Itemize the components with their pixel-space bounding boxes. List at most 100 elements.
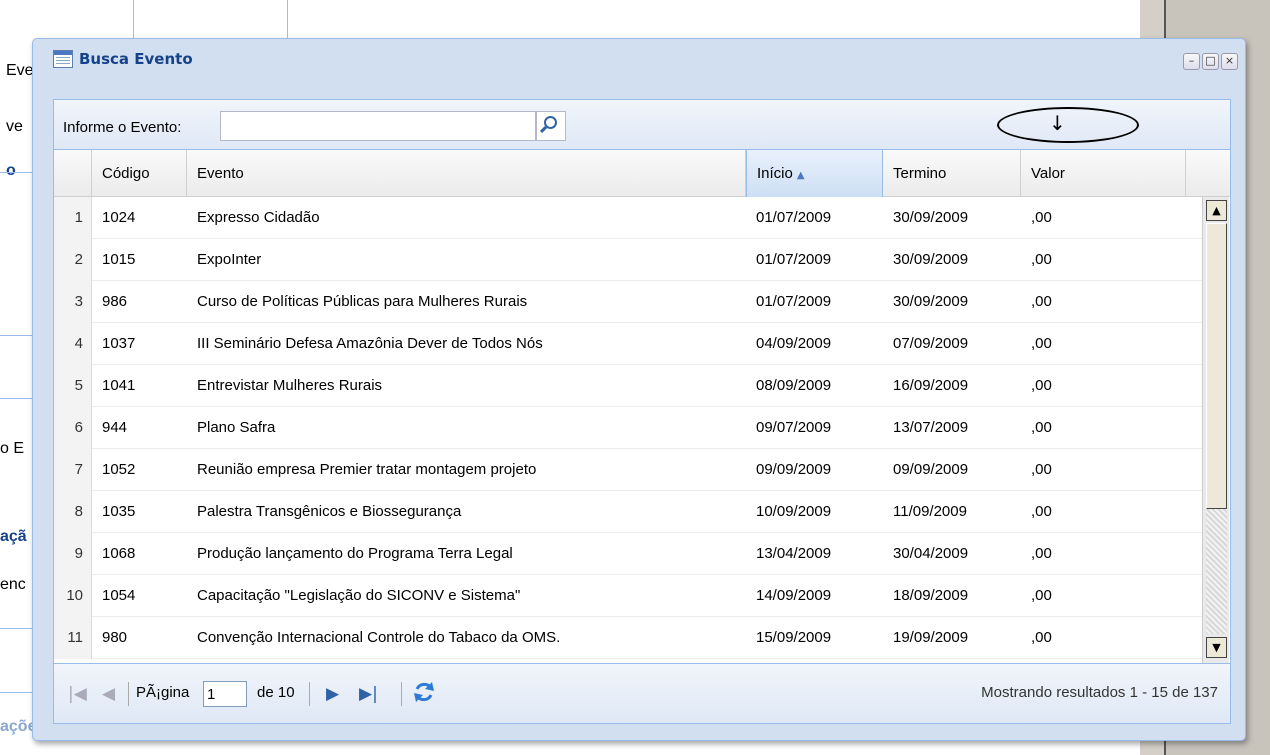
maximize-icon[interactable]: □: [1202, 53, 1219, 70]
prev-page-icon[interactable]: ◀: [102, 684, 115, 704]
paging-status: Mostrando resultados 1 - 15 de 137: [981, 684, 1218, 701]
cell-evento: Plano Safra: [197, 419, 276, 436]
row-number: 11: [54, 617, 92, 659]
pager-separator: [309, 682, 310, 706]
vertical-scrollbar[interactable]: ▲ ▼: [1202, 197, 1229, 663]
annotation-ellipse: [997, 107, 1139, 143]
cell-inicio: 01/07/2009: [756, 251, 832, 268]
cell-codigo: 1015: [102, 251, 136, 268]
refresh-icon[interactable]: [411, 679, 437, 705]
down-arrow-icon: ↓: [1049, 111, 1066, 135]
table-row[interactable]: 8 1035 Palestra Transgênicos e Biosseguran…: [54, 491, 1202, 533]
cell-termino: 30/09/2009: [893, 251, 969, 268]
cell-valor: ,00: [1031, 251, 1052, 268]
search-input[interactable]: [220, 111, 536, 141]
search-label: Informe o Evento:: [63, 119, 182, 136]
cell-inicio: 09/09/2009: [756, 461, 832, 478]
column-header-label: Valor: [1031, 165, 1065, 182]
scroll-down-icon[interactable]: ▼: [1206, 637, 1227, 658]
table-row[interactable]: 3 986 Curso de Políticas Públicas para Mul…: [54, 281, 1202, 323]
cell-valor: ,00: [1031, 587, 1052, 604]
cell-termino: 30/09/2009: [893, 209, 969, 226]
cell-valor: ,00: [1031, 209, 1052, 226]
cell-termino: 09/09/2009: [893, 461, 969, 478]
scrollbar-track[interactable]: [1206, 509, 1227, 634]
cell-inicio: 01/07/2009: [756, 293, 832, 310]
cell-codigo: 1041: [102, 377, 136, 394]
cell-inicio: 15/09/2009: [756, 629, 832, 646]
background-label: o E: [0, 440, 25, 457]
column-header-codigo[interactable]: Código: [92, 150, 187, 197]
column-header-evento[interactable]: Evento: [187, 150, 746, 197]
background-divider: [0, 398, 32, 399]
cell-evento: Entrevistar Mulheres Rurais: [197, 377, 383, 394]
table-row[interactable]: 6 944 Plano Safra 09/07/2009 13/07/2009 ,00: [54, 407, 1202, 449]
cell-inicio: 04/09/2009: [756, 335, 832, 352]
cell-termino: 30/09/2009: [893, 293, 969, 310]
column-header-label: Início: [757, 165, 793, 182]
table-row[interactable]: 10 1054 Capacitação "Legislação do SICONV …: [54, 575, 1202, 617]
grid-body: 1 1024 Expresso Cidadão 01/07/2009 30/09/200…: [54, 197, 1202, 663]
column-header-valor[interactable]: Valor: [1021, 150, 1186, 197]
table-row[interactable]: 5 1041 Entrevistar Mulheres Rurais 08/09/20…: [54, 365, 1202, 407]
minimize-icon[interactable]: –: [1183, 53, 1200, 70]
row-number: 2: [54, 239, 92, 281]
cell-valor: ,00: [1031, 293, 1052, 310]
background-label: enc: [0, 576, 26, 593]
row-number: 4: [54, 323, 92, 365]
column-header-label: Código: [102, 165, 150, 182]
cell-codigo: 944: [102, 419, 128, 436]
background-label: açã: [0, 528, 27, 545]
cell-valor: ,00: [1031, 545, 1052, 562]
cell-codigo: 980: [102, 629, 128, 646]
row-number: 8: [54, 491, 92, 533]
scrollbar-thumb[interactable]: [1206, 223, 1227, 509]
cell-evento: Produção lançamento do Programa Terra Le…: [197, 545, 513, 562]
background-divider: [0, 172, 32, 173]
page-number-input[interactable]: [203, 681, 247, 707]
row-number: 3: [54, 281, 92, 323]
cell-inicio: 10/09/2009: [756, 503, 832, 520]
cell-evento: III Seminário Defesa Amazônia Dever de T…: [197, 335, 543, 352]
grid-window-icon: [53, 50, 73, 68]
cell-valor: ,00: [1031, 419, 1052, 436]
cell-codigo: 1054: [102, 587, 136, 604]
row-number: 7: [54, 449, 92, 491]
column-header-inicio[interactable]: Início ▲: [746, 150, 883, 197]
search-button[interactable]: [536, 111, 566, 141]
cell-codigo: 1068: [102, 545, 136, 562]
cell-inicio: 08/09/2009: [756, 377, 832, 394]
window-titlebar[interactable]: Busca Evento – □ ×: [33, 39, 1245, 81]
cell-evento: ExpoInter: [197, 251, 262, 268]
row-number: 10: [54, 575, 92, 617]
cell-valor: ,00: [1031, 377, 1052, 394]
cell-valor: ,00: [1031, 461, 1052, 478]
table-row[interactable]: 9 1068 Produção lançamento do Programa Ter…: [54, 533, 1202, 575]
next-page-icon[interactable]: ▶: [326, 684, 339, 704]
row-number: 6: [54, 407, 92, 449]
cell-evento: Convenção Internacional Controle do Taba…: [197, 629, 561, 646]
column-header-label: Evento: [197, 165, 244, 182]
cell-valor: ,00: [1031, 335, 1052, 352]
scroll-up-icon[interactable]: ▲: [1206, 200, 1227, 221]
cell-termino: 30/04/2009: [893, 545, 969, 562]
table-row[interactable]: 11 980 Convenção Internacional Controle do…: [54, 617, 1202, 659]
last-page-icon[interactable]: ▶|: [359, 684, 378, 704]
cell-evento: Reunião empresa Premier tratar montagem …: [197, 461, 537, 478]
table-row[interactable]: 7 1052 Reunião empresa Premier tratar mont…: [54, 449, 1202, 491]
first-page-icon[interactable]: |◀: [68, 684, 87, 704]
cell-evento: Expresso Cidadão: [197, 209, 320, 226]
cell-codigo: 1052: [102, 461, 136, 478]
cell-termino: 18/09/2009: [893, 587, 969, 604]
table-row[interactable]: 1 1024 Expresso Cidadão 01/07/2009 30/09/200…: [54, 197, 1202, 239]
column-header-rownumber: [54, 150, 92, 197]
close-icon[interactable]: ×: [1221, 53, 1238, 70]
background-divider: [0, 335, 32, 336]
column-header-termino[interactable]: Termino: [883, 150, 1021, 197]
cell-termino: 11/09/2009: [893, 503, 967, 520]
pager-separator: [128, 682, 129, 706]
table-row[interactable]: 2 1015 ExpoInter 01/07/2009 30/09/2009 ,00: [54, 239, 1202, 281]
background-field: [133, 0, 288, 42]
table-row[interactable]: 4 1037 III Seminário Defesa Amazônia Dever…: [54, 323, 1202, 365]
cell-inicio: 14/09/2009: [756, 587, 832, 604]
